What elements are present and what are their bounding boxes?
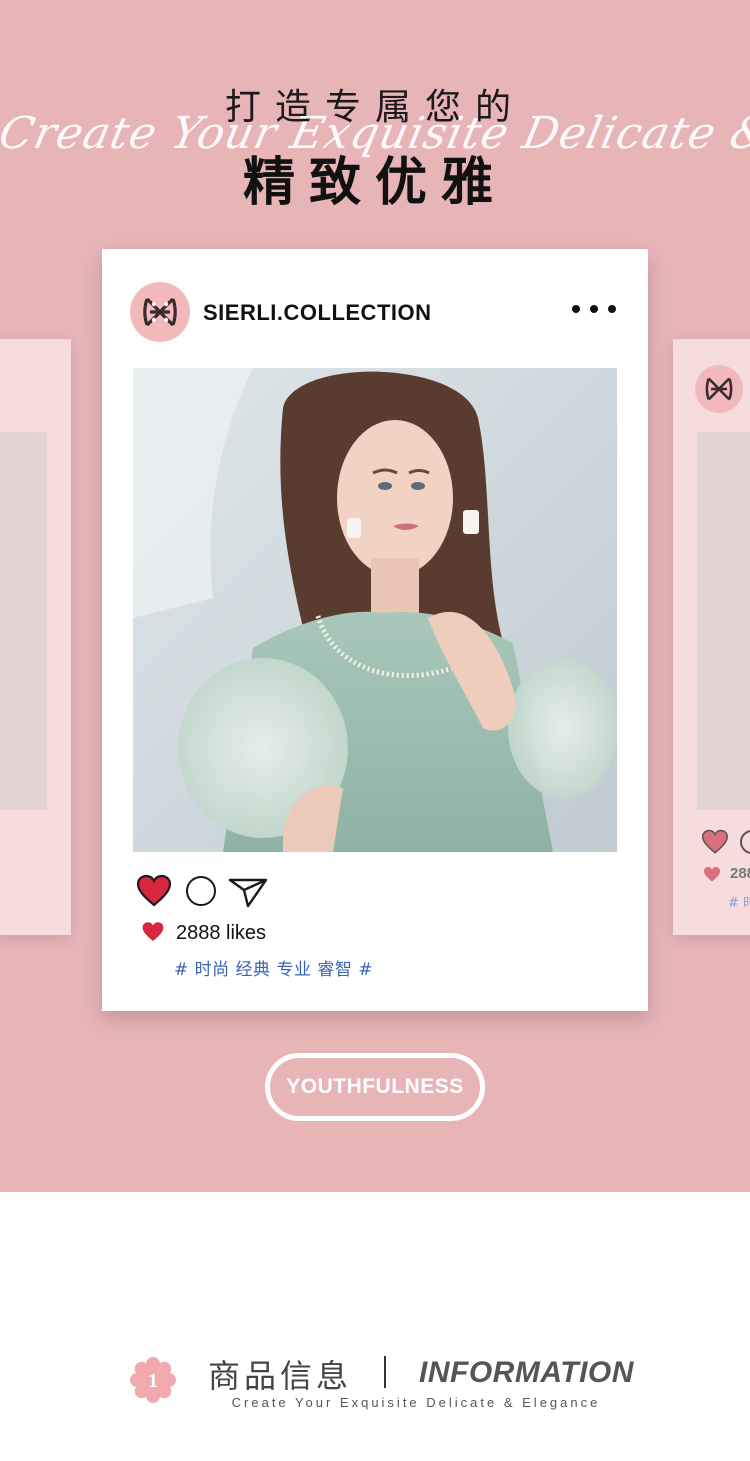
hero-section: Create Your Exquisite Delicate & Eleganc… <box>0 0 750 1192</box>
side-post-card-right: 288 # 时 <box>673 339 750 935</box>
side-post-card-left <box>0 339 71 935</box>
headline-line-2: 精致优雅 <box>242 153 507 213</box>
account-handle[interactable]: SIERLI.COLLECTION <box>203 300 432 326</box>
hashtags[interactable]: # 时尚 经典 专业 睿智 # <box>174 955 373 980</box>
side-post-tags: # 时 <box>728 896 750 911</box>
youthfulness-badge: YOUTHFULNESS <box>265 1053 485 1121</box>
section-divider <box>384 1356 386 1388</box>
side-post-likes: 288 <box>730 865 750 882</box>
section-title-cn: 商品信息 <box>208 1357 353 1395</box>
heart-icon <box>701 829 729 854</box>
post-card: SIERLI.COLLECTION 2888 likes # 时尚 经典 专业 … <box>102 249 648 1011</box>
comment-icon <box>740 830 750 854</box>
heart-icon <box>142 922 164 942</box>
badge-number: 1 <box>148 1370 158 1392</box>
heart-icon[interactable] <box>136 874 172 908</box>
heart-icon <box>704 867 720 882</box>
logo-icon[interactable] <box>130 282 190 342</box>
comment-icon[interactable] <box>186 876 216 906</box>
side-post-photo-placeholder <box>0 432 47 810</box>
share-icon[interactable] <box>228 876 268 908</box>
post-photo <box>133 368 617 852</box>
section-title-en: INFORMATION <box>419 1356 634 1389</box>
more-icon[interactable] <box>572 297 616 321</box>
like-count: 2888 likes <box>176 922 267 944</box>
headline-line-1: 打造专属您的 <box>224 87 525 128</box>
side-post-photo-placeholder <box>697 432 750 810</box>
section-subtitle: Create Your Exquisite Delicate & Eleganc… <box>231 1395 601 1410</box>
logo-icon <box>695 365 743 413</box>
